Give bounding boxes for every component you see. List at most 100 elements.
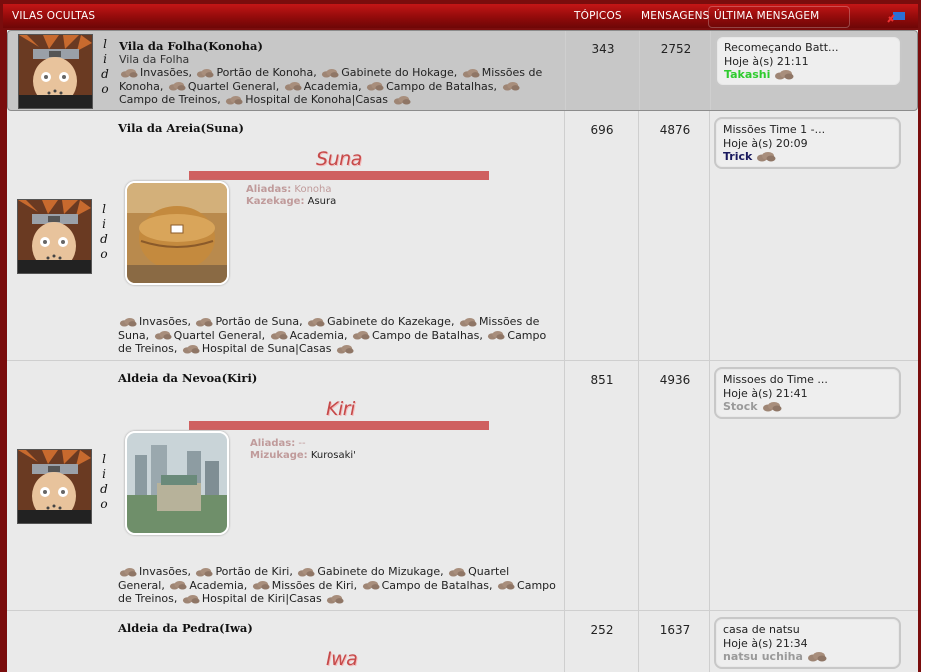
last-post-title[interactable]: Recomeçando Batt... — [724, 41, 839, 54]
last-post-date: Hoje à(s) 20:09 — [723, 137, 808, 150]
category-title[interactable]: VILAS OCULTAS — [12, 10, 95, 22]
subforum-label[interactable]: Campo de Batalhas — [386, 80, 493, 93]
village-banner-title: Iwa — [326, 648, 358, 670]
subforum-label[interactable]: Campo de Batalhas — [382, 579, 489, 592]
last-post-username[interactable]: Trick — [723, 150, 752, 163]
last-post-date: Hoje à(s) 21:11 — [724, 55, 809, 68]
subforum-label[interactable]: Campo de Batalhas — [372, 329, 479, 342]
subforum-link[interactable]: Portão de Konoha — [195, 66, 313, 79]
village-banner-title: Kiri — [326, 398, 355, 420]
subforum-link[interactable]: Academia — [269, 329, 344, 342]
subforum-label[interactable]: Quartel General — [188, 80, 276, 93]
last-post-title[interactable]: Missoes do Time ... — [723, 373, 828, 386]
subforum-label[interactable]: Gabinete do Kazekage — [327, 315, 451, 328]
subforum-list: Invasões, Portão de Konoha, Gabinete do … — [119, 66, 543, 106]
subforum-label[interactable]: Invasões — [139, 565, 187, 578]
forum-title-iwa[interactable]: Aldeia da Pedra(Iwa) — [118, 621, 253, 635]
avatar-image — [18, 34, 93, 109]
subforum-list: Invasões, Portão de Suna, Gabinete do Ka… — [118, 315, 547, 355]
cloud-icon — [775, 70, 794, 80]
message-count: 2752 — [660, 42, 692, 56]
subforum-label[interactable]: Hospital de Konoha|Casas — [245, 93, 388, 106]
forum-title-konoha[interactable]: Vila da Folha(Konoha) — [119, 39, 263, 53]
last-post-username[interactable]: natsu uchiha — [723, 650, 803, 663]
column-divider — [564, 111, 565, 360]
allies-label: Aliadas: — [246, 184, 292, 195]
subforum-label[interactable]: Academia — [290, 329, 344, 342]
subforum-link[interactable]: Campo de Batalhas — [361, 579, 489, 592]
leader-value[interactable]: Asura — [308, 196, 337, 207]
last-post-title[interactable]: casa de natsu — [723, 623, 800, 636]
subforum-label[interactable]: Portão de Suna — [215, 315, 299, 328]
last-post-username[interactable]: Takashi — [724, 68, 770, 81]
column-divider — [638, 361, 639, 610]
last-post-user[interactable]: Takashi — [724, 68, 794, 81]
subforum-label[interactable]: Invasões — [140, 66, 188, 79]
last-post-user[interactable]: Stock — [723, 400, 782, 413]
last-post-user[interactable]: natsu uchiha — [723, 650, 827, 663]
village-image — [125, 181, 229, 285]
last-post-title[interactable]: Missões Time 1 -... — [723, 123, 825, 136]
avatar-image — [17, 199, 92, 274]
column-divider — [564, 611, 565, 672]
forum-description: Vila da Folha — [119, 53, 190, 66]
last-post-username[interactable]: Stock — [723, 400, 758, 413]
subforum-link[interactable]: Invasões — [118, 565, 187, 578]
subforum-link[interactable]: Quartel General — [167, 80, 276, 93]
subforum-link[interactable]: Academia — [283, 80, 358, 93]
subforum-label[interactable]: Gabinete do Hokage — [341, 66, 454, 79]
cloud-icon — [807, 652, 827, 662]
topic-count: 696 — [590, 123, 614, 137]
forum-row: lido Vila da Folha(Konoha) Vila da Folha… — [7, 30, 918, 111]
subforum-label[interactable]: Invasões — [139, 315, 187, 328]
allies-value: Konoha — [294, 184, 332, 195]
village-info: Aliadas: Konoha Kazekage: Asura — [246, 184, 336, 208]
page-edge — [921, 0, 927, 672]
cloud-icon — [196, 567, 213, 577]
cloud-icon — [168, 82, 186, 91]
subforum-link[interactable]: Invasões — [118, 315, 187, 328]
cloud-icon — [270, 331, 288, 340]
subforum-label[interactable]: Quartel General — [174, 329, 262, 342]
last-post-box: Recomeçando Batt... Hoje à(s) 21:11 Taka… — [715, 35, 902, 87]
subforum-label[interactable]: Portão de Konoha — [216, 66, 313, 79]
subforum-link[interactable]: Campo de Batalhas — [351, 329, 479, 342]
forum-row: lido Aldeia da Nevoa(Kiri) Kiri Aliadas:… — [7, 361, 918, 611]
leader-value[interactable]: Kurosaki' — [311, 450, 356, 461]
forum-list: lido Vila da Folha(Konoha) Vila da Folha… — [7, 30, 918, 672]
allies-label: Aliadas: — [250, 438, 296, 449]
column-divider — [638, 111, 639, 360]
forum-title-kiri[interactable]: Aldeia da Nevoa(Kiri) — [118, 371, 257, 385]
subforum-label[interactable]: Academia — [304, 80, 358, 93]
subforum-link[interactable]: Missões de Kiri — [251, 579, 354, 592]
subforum-label[interactable]: Portão de Kiri — [215, 565, 289, 578]
avatar-image — [17, 449, 92, 524]
subforum-link[interactable]: Quartel General — [153, 329, 262, 342]
subforum-link[interactable]: Hospital de Kiri|Casas — [181, 592, 322, 605]
subforum-link[interactable]: Campo de Batalhas — [365, 80, 494, 93]
last-post-date: Hoje à(s) 21:41 — [723, 387, 808, 400]
subforum-link[interactable]: Gabinete do Hokage — [320, 66, 454, 79]
subforum-label[interactable]: Hospital de Suna|Casas — [202, 342, 332, 355]
subforum-label[interactable]: Academia — [189, 579, 243, 592]
subforum-link[interactable]: Hospital de Konoha|Casas — [224, 93, 388, 106]
forum-title-suna[interactable]: Vila da Areia(Suna) — [118, 121, 244, 135]
cloud-icon — [497, 581, 515, 590]
category-header: VILAS OCULTAS TÓPICOS MENSAGENS ÚLTIMA M… — [3, 4, 918, 28]
subforum-label[interactable]: Campo de Treinos — [119, 93, 217, 106]
subforum-label[interactable]: Hospital de Kiri|Casas — [202, 592, 322, 605]
subforum-link[interactable]: Academia — [168, 579, 244, 592]
subforum-label[interactable]: Missões de Kiri — [272, 579, 354, 592]
subforum-link[interactable]: Portão de Suna — [194, 315, 299, 328]
subforum-link[interactable]: Portão de Kiri — [194, 565, 289, 578]
subforum-link[interactable]: Gabinete do Kazekage — [306, 315, 451, 328]
column-topics: TÓPICOS — [574, 10, 622, 22]
subforum-label[interactable]: Gabinete do Mizukage — [317, 565, 440, 578]
subforum-link[interactable]: Invasões — [119, 66, 188, 79]
last-post-user[interactable]: Trick — [723, 150, 776, 163]
rss-icon[interactable] — [887, 11, 905, 23]
subforum-link[interactable]: Hospital de Suna|Casas — [181, 342, 332, 355]
village-image — [125, 431, 229, 535]
subforum-link[interactable]: Gabinete do Mizukage — [296, 565, 440, 578]
village-banner-title: Suna — [316, 148, 362, 170]
